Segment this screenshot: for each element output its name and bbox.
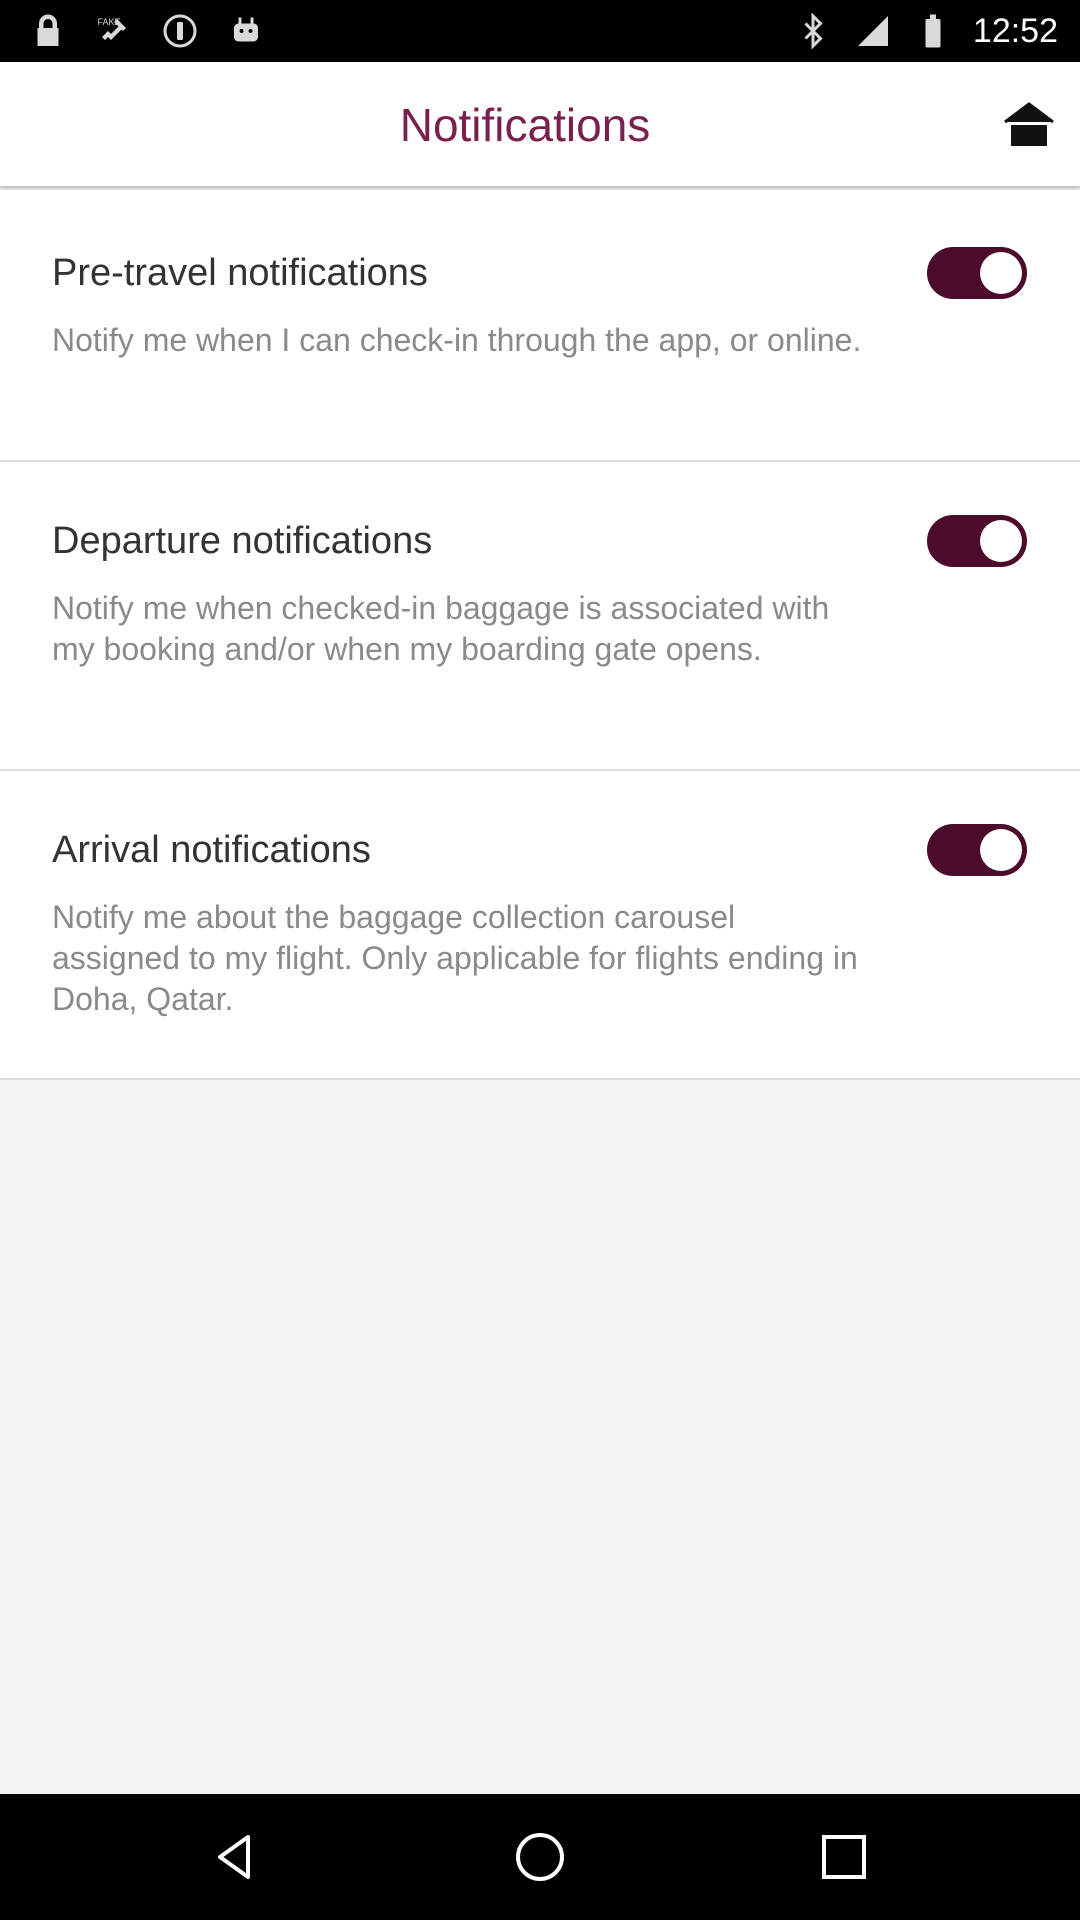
- svg-text:FAKE: FAKE: [98, 17, 121, 27]
- setting-item-arrival: Arrival notifications Notify me about th…: [0, 771, 1080, 1080]
- back-button[interactable]: [203, 1824, 269, 1890]
- home-circle-icon: [516, 1833, 564, 1881]
- lock-icon: [28, 11, 68, 51]
- toggle-knob: [980, 829, 1022, 871]
- setting-title: Arrival notifications: [52, 829, 371, 871]
- setting-description: Notify me when checked-in baggage is ass…: [52, 590, 830, 667]
- app-bar: Notifications: [0, 62, 1080, 188]
- setting-title: Pre-travel notifications: [52, 252, 428, 294]
- fake-gps-icon: FAKE: [94, 11, 134, 51]
- home-nav-button[interactable]: [507, 1824, 573, 1890]
- signal-icon: [853, 11, 893, 51]
- android-icon: [226, 11, 266, 51]
- recents-icon: [822, 1835, 866, 1879]
- toggle-knob: [980, 252, 1022, 294]
- battery-icon: [913, 11, 953, 51]
- status-left-icons: FAKE: [28, 10, 266, 52]
- departure-toggle[interactable]: [927, 515, 1027, 567]
- notification-settings-list: Pre-travel notifications Notify me when …: [0, 190, 1080, 1080]
- setting-title: Departure notifications: [52, 520, 433, 562]
- recents-button[interactable]: [811, 1824, 877, 1890]
- back-icon: [218, 1835, 250, 1879]
- setting-item-pre-travel: Pre-travel notifications Notify me when …: [0, 190, 1080, 462]
- info-icon: [160, 11, 200, 51]
- toggle-knob: [980, 520, 1022, 562]
- setting-description: Notify me about the baggage collection c…: [52, 899, 858, 1017]
- status-right-icons: 12:52: [793, 10, 1058, 52]
- arrival-toggle[interactable]: [927, 824, 1027, 876]
- pre-travel-toggle[interactable]: [927, 247, 1027, 299]
- home-button[interactable]: [1002, 98, 1056, 152]
- status-bar: FAKE 12:52: [0, 0, 1080, 62]
- system-nav-bar: [0, 1794, 1080, 1920]
- setting-description: Notify me when I can check-in through th…: [52, 322, 862, 358]
- home-icon: [1004, 102, 1054, 146]
- bluetooth-icon: [793, 11, 833, 51]
- setting-item-departure: Departure notifications Notify me when c…: [0, 462, 1080, 771]
- page-title: Notifications: [399, 99, 651, 151]
- status-time: 12:52: [972, 11, 1058, 50]
